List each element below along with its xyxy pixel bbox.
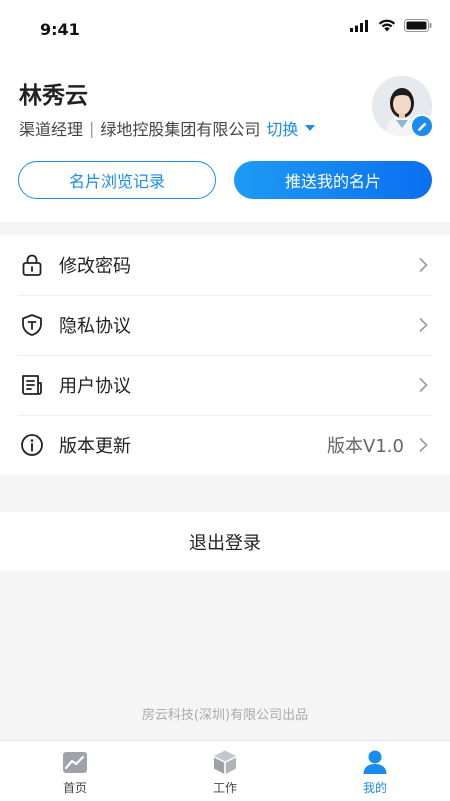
user-icon: [363, 750, 387, 774]
avatar[interactable]: [372, 76, 434, 138]
settings-menu: 修改密码 隐私协议 用户协议 版本更新 版本V1.0: [0, 235, 450, 475]
shield-icon: [22, 314, 42, 336]
tab-bar: 首页 工作 我的: [0, 740, 450, 801]
battery-icon: [404, 19, 432, 32]
menu-item-privacy-policy[interactable]: 隐私协议: [0, 295, 450, 355]
chevron-right-icon: [419, 257, 428, 273]
menu-item-label: 修改密码: [59, 256, 131, 277]
tab-label: 工作: [212, 781, 237, 795]
menu-item-user-agreement[interactable]: 用户协议: [0, 355, 450, 415]
chevron-right-icon: [419, 317, 428, 333]
push-card-button[interactable]: 推送我的名片: [234, 161, 432, 199]
lock-icon: [22, 254, 42, 276]
profile-name: 林秀云: [19, 83, 88, 109]
status-icons: [350, 19, 432, 32]
tab-mine[interactable]: 我的: [300, 741, 450, 801]
chevron-right-icon: [419, 377, 428, 393]
caret-down-icon: [305, 125, 316, 131]
profile-company: 绿地控股集团有限公司: [100, 120, 261, 139]
profile-subline: 渠道经理 | 绿地控股集团有限公司 切换: [19, 116, 316, 140]
switch-label: 切换: [266, 120, 299, 139]
tab-label: 我的: [362, 781, 387, 795]
tab-work[interactable]: 工作: [150, 741, 300, 801]
profile-separator: |: [89, 118, 95, 138]
wifi-icon: [378, 19, 396, 32]
info-icon: [21, 434, 43, 456]
signal-icon: [350, 19, 368, 32]
footer-note: 房云科技(深圳)有限公司出品: [141, 708, 309, 723]
status-time: 9:41: [40, 20, 80, 39]
menu-item-change-password[interactable]: 修改密码: [0, 235, 450, 295]
profile-role: 渠道经理: [19, 120, 84, 139]
tab-home[interactable]: 首页: [0, 741, 150, 801]
edit-avatar-icon[interactable]: [410, 114, 434, 138]
menu-item-label: 版本更新: [59, 436, 131, 457]
status-bar: 9:41: [0, 0, 450, 60]
box-icon: [214, 750, 236, 774]
chevron-right-icon: [419, 437, 428, 453]
switch-company-button[interactable]: 切换: [266, 116, 316, 140]
logout-button[interactable]: 退出登录: [0, 512, 450, 571]
version-value: 版本V1.0: [327, 436, 404, 457]
menu-item-label: 用户协议: [59, 376, 131, 397]
home-chart-icon: [63, 752, 87, 773]
document-icon: [22, 375, 42, 395]
menu-item-version-update[interactable]: 版本更新 版本V1.0: [0, 415, 450, 475]
tab-label: 首页: [62, 781, 87, 795]
browse-history-button[interactable]: 名片浏览记录: [18, 161, 216, 199]
profile-header: 林秀云 渠道经理 | 绿地控股集团有限公司 切换 名片浏览记录 推送我的名片: [0, 60, 450, 222]
menu-item-label: 隐私协议: [59, 316, 131, 337]
